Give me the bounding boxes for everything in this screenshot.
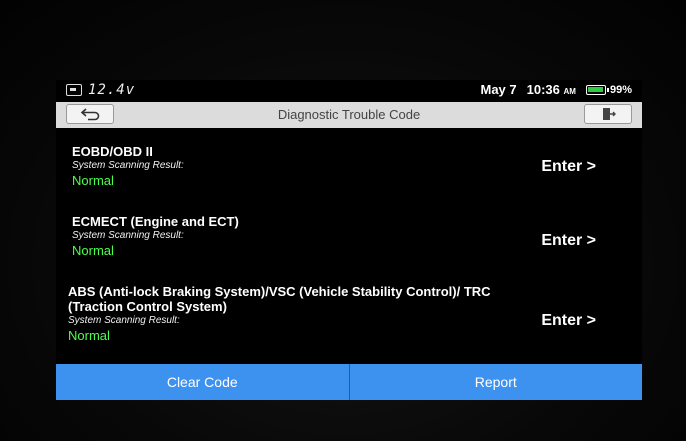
status-left: 12.4v bbox=[66, 82, 135, 98]
status-right: May 7 10:36 AM 99% bbox=[481, 82, 633, 97]
enter-button[interactable]: Enter > bbox=[541, 232, 596, 250]
exit-door-icon bbox=[603, 108, 616, 120]
enter-button[interactable]: Enter > bbox=[541, 312, 596, 330]
exit-button[interactable] bbox=[584, 104, 632, 124]
status-time-group: 10:36 AM bbox=[527, 82, 576, 97]
device-screen: 12.4v May 7 10:36 AM 99% Diagnostic Trou… bbox=[56, 80, 642, 400]
status-ampm: AM bbox=[563, 87, 576, 96]
scan-result-label: System Scanning Result: bbox=[72, 230, 184, 241]
battery-percent: 99% bbox=[609, 83, 632, 96]
battery-fill bbox=[587, 86, 603, 92]
enter-button[interactable]: Enter > bbox=[541, 158, 596, 176]
vehicle-connection-icon bbox=[66, 84, 82, 96]
report-button[interactable]: Report bbox=[348, 364, 642, 400]
scan-status: Normal bbox=[72, 243, 114, 258]
system-item-ecmect[interactable]: ECMECT (Engine and ECT) System Scanning … bbox=[72, 214, 612, 272]
system-name: ABS (Anti-lock Braking System)/VSC (Vehi… bbox=[68, 284, 491, 314]
bottom-action-bar: Clear Code Report bbox=[56, 364, 642, 400]
battery-indicator: 99% bbox=[585, 83, 632, 96]
battery-voltage: 12.4v bbox=[88, 82, 136, 98]
clear-code-button[interactable]: Clear Code bbox=[56, 364, 349, 400]
battery-icon bbox=[585, 84, 609, 95]
page-title: Diagnostic Trouble Code bbox=[277, 107, 421, 122]
scan-status: Normal bbox=[68, 328, 110, 343]
status-time: 10:36 bbox=[526, 82, 560, 97]
system-item-eobd[interactable]: EOBD/OBD II System Scanning Result: Norm… bbox=[72, 144, 612, 202]
status-bar: 12.4v May 7 10:36 AM 99% bbox=[56, 80, 642, 100]
scan-result-label: System Scanning Result: bbox=[68, 315, 180, 326]
status-date: May 7 bbox=[480, 82, 517, 97]
title-bar: Diagnostic Trouble Code bbox=[56, 102, 642, 128]
system-name: EOBD/OBD II bbox=[72, 144, 153, 159]
system-name: ECMECT (Engine and ECT) bbox=[72, 214, 239, 229]
scan-result-label: System Scanning Result: bbox=[72, 160, 184, 171]
system-item-abs[interactable]: ABS (Anti-lock Braking System)/VSC (Vehi… bbox=[68, 284, 612, 362]
scan-status: Normal bbox=[72, 173, 114, 188]
